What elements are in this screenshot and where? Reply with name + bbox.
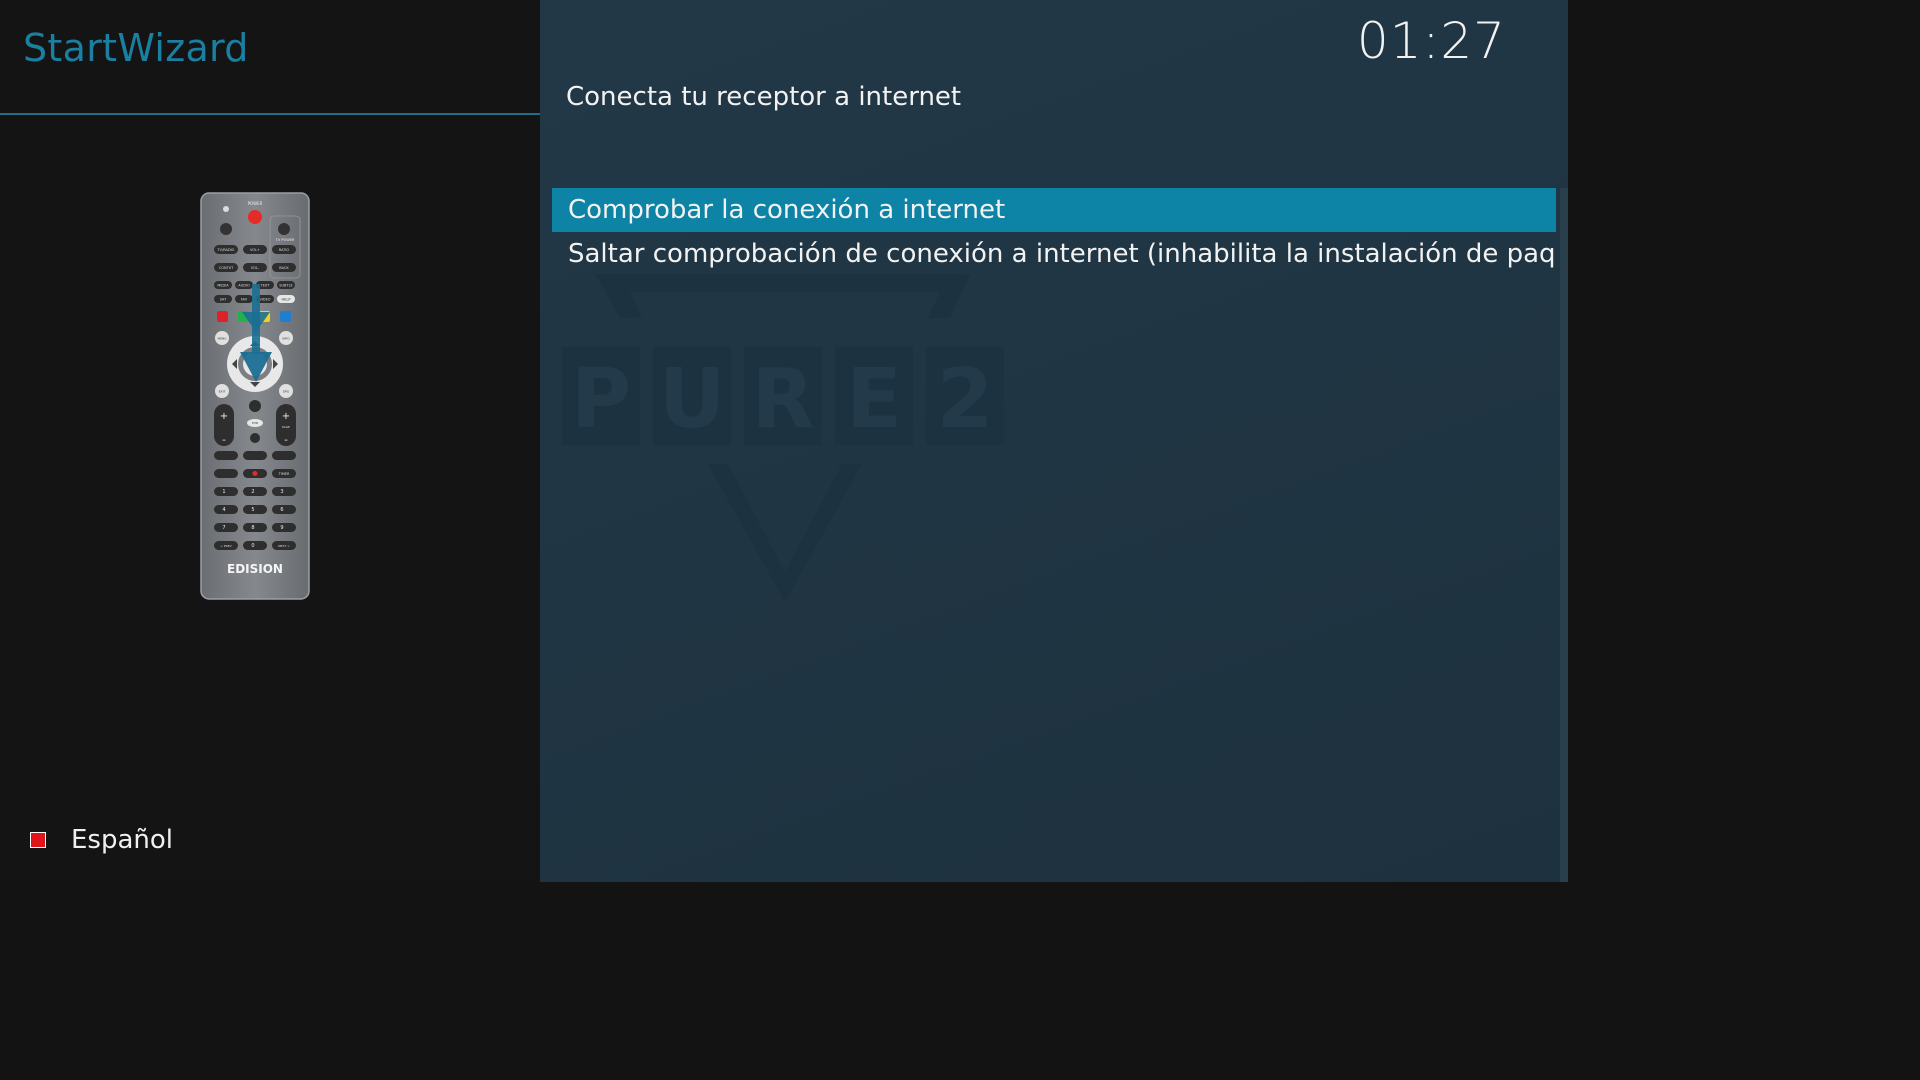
remote-key-label: VOL+ [250,248,260,252]
svg-text:9: 9 [280,525,283,531]
language-label: Español [71,825,174,855]
remote-brand-logo: EDISION [227,562,283,576]
remote-key-label: VIDEO [259,298,270,302]
remote-key-label: SAT [220,298,227,302]
watermark-letter: P [571,352,631,447]
remote-key-label: < PREV [220,544,232,548]
svg-text:+: + [282,411,290,422]
svg-text:7: 7 [222,525,225,531]
remote-key-label: HELP [282,298,291,302]
svg-text:0: 0 [251,543,254,549]
watermark-letter: R [751,352,814,447]
flag-icon [30,832,46,848]
remote-key-label: BACK [279,266,289,270]
remote-key-label: VOL- [251,266,260,270]
start-wizard-screen: StartWizard POWER TV POWER TV/RADIO VOL+… [0,0,1568,882]
svg-text:-: - [284,435,288,446]
svg-text:8: 8 [251,525,254,531]
svg-text:-: - [222,435,226,446]
remote-key-label: POWER [248,201,263,206]
remote-key-label: TIMER [278,472,290,476]
remote-key-label: TEXT [260,284,271,288]
pure2-watermark-logo: PURE2 [562,274,1004,602]
title-divider [0,113,540,115]
remote-key-label: NEXT > [278,544,290,548]
remote-key-label: INFO [282,337,290,341]
step-instruction: Conecta tu receptor a internet [566,82,962,112]
clock: 01:27 [1356,12,1506,70]
remote-key-label: MENU [218,337,227,341]
remote-key-label: EPG [283,390,290,394]
svg-text:1: 1 [222,489,225,495]
watermark-letter: U [659,352,726,447]
watermark-letter: E [846,352,902,447]
svg-text:6: 6 [280,507,283,513]
menu-item-check-connection[interactable]: Comprobar la conexión a internet [552,188,1556,232]
wizard-title: StartWizard [23,26,249,70]
remote-key-label: AUDIO [238,284,250,288]
remote-key-label: FAV [241,298,248,302]
right-panel: 01:27 Conecta tu receptor a internet PUR… [540,0,1568,882]
svg-text:4: 4 [222,507,225,513]
svg-text:+: + [220,411,228,422]
remote-key-label: SUBTLE [279,284,292,288]
svg-text:5: 5 [251,507,254,513]
remote-key-label: CONTXT [219,266,234,270]
svg-text:2: 2 [251,489,254,495]
remote-key-label: PAGE [282,425,290,429]
watermark-letter: 2 [936,352,993,447]
options-menu: Comprobar la conexión a internet Saltar … [552,188,1556,276]
language-selector[interactable]: Español [30,822,173,858]
svg-text:3: 3 [280,489,283,495]
remote-key-label: MEDIA [217,284,229,288]
remote-control-image: POWER TV POWER TV/RADIO VOL+ RATIO CONTX… [200,192,310,600]
scrollbar[interactable] [1560,188,1568,882]
remote-key-label: PVR [252,421,258,425]
remote-key-label: EXIT [219,390,226,394]
menu-item-skip-connection-check[interactable]: Saltar comprobación de conexión a intern… [552,232,1556,276]
remote-key-label: TV POWER [275,238,295,242]
remote-key-label: TV/RADIO [217,248,235,252]
remote-key-label: RATIO [279,248,290,252]
left-panel: StartWizard POWER TV POWER TV/RADIO VOL+… [0,0,540,882]
